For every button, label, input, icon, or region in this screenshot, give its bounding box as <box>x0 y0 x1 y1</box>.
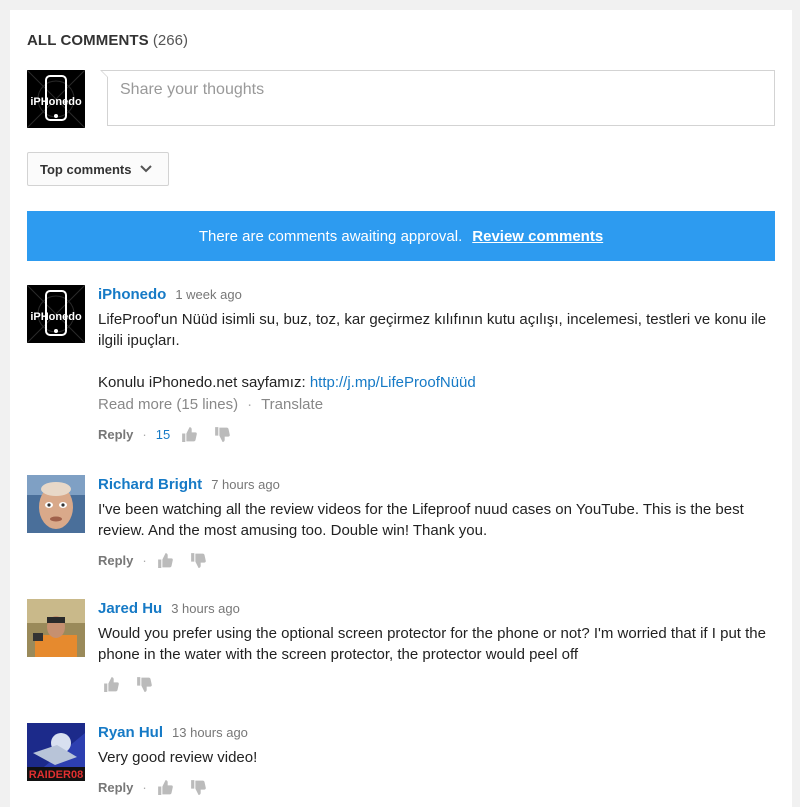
comment-time[interactable]: 7 hours ago <box>211 477 280 492</box>
comment-author[interactable]: Ryan Hul <box>98 724 163 741</box>
current-user-avatar: iPHonedo <box>27 70 85 128</box>
comment-text-prefix: Konulu iPhonedo.net sayfamız: <box>98 374 306 391</box>
iphonedo-logo-icon: iPHonedo <box>27 285 85 343</box>
thumbs-down-icon[interactable] <box>135 676 152 693</box>
comment-more-row: Read more (15 lines) · Translate <box>98 396 324 413</box>
raider-logo-icon: RAIDER08 <box>27 723 85 781</box>
reply-button[interactable]: Reply <box>98 427 133 442</box>
reply-button[interactable]: Reply <box>98 553 133 568</box>
comment-time[interactable]: 3 hours ago <box>171 601 240 616</box>
comment-body: iPhonedo 1 week ago LifeProof'un Nüüd isi… <box>98 285 778 443</box>
comment-actions: Reply · 15 <box>98 425 778 443</box>
chevron-down-icon <box>139 165 152 173</box>
approval-message: There are comments awaiting approval. <box>198 227 463 245</box>
comment-author[interactable]: Jared Hu <box>98 600 162 617</box>
comment-body: Richard Bright 7 hours ago I've been watc… <box>98 475 778 569</box>
like-count: 15 <box>155 426 171 442</box>
comment-text: I've been watching all the review videos… <box>98 501 744 539</box>
translate-link[interactable]: Translate <box>261 396 323 413</box>
comments-count: (266) <box>152 32 188 49</box>
comment-meta: iPhonedo 1 week ago <box>98 285 778 305</box>
comment-link[interactable]: http://j.mp/LifeProofNüüd <box>310 374 476 391</box>
read-more-link[interactable]: Read more (15 lines) <box>98 396 238 413</box>
comments-title: ALL COMMENTS <box>27 32 149 49</box>
review-comments-link[interactable]: Review comments <box>472 228 603 245</box>
thumbs-up-icon[interactable] <box>180 426 198 443</box>
user-photo-icon <box>27 475 85 533</box>
thumbs-up-icon[interactable] <box>156 779 173 796</box>
comment-avatar[interactable] <box>27 599 85 657</box>
comment-avatar[interactable]: iPHonedo <box>27 285 85 343</box>
comment-avatar[interactable] <box>27 475 85 533</box>
comment-text: LifeProof'un Nüüd isimli su, buz, toz, k… <box>98 309 778 393</box>
comment-actions: Reply · <box>98 778 778 796</box>
comment-meta: Richard Bright 7 hours ago <box>98 475 778 495</box>
user-photo-icon <box>27 599 85 657</box>
svg-text:iPHonedo: iPHonedo <box>30 311 82 323</box>
share-thoughts-input[interactable] <box>120 81 760 99</box>
comment-actions: Reply · <box>98 551 778 569</box>
comment-author[interactable]: Richard Bright <box>98 476 202 493</box>
thumbs-up-icon[interactable] <box>102 676 119 693</box>
comment-item: iPHonedo iPhonedo 1 week ago LifeProof'un… <box>27 285 787 455</box>
comment-meta: Jared Hu 3 hours ago <box>98 599 778 619</box>
thumbs-down-icon[interactable] <box>189 552 206 569</box>
thumbs-up-icon[interactable] <box>156 552 173 569</box>
comment-avatar[interactable]: RAIDER08 <box>27 723 85 781</box>
comment-text: Would you prefer using the optional scre… <box>98 625 766 663</box>
comment-text-line: LifeProof'un Nüüd isimli su, buz, toz, k… <box>98 311 767 349</box>
thumbs-down-icon[interactable] <box>213 426 231 443</box>
svg-text:iPHonedo: iPHonedo <box>30 96 82 108</box>
approval-banner: There are comments awaiting approval. Re… <box>27 211 775 261</box>
iphonedo-logo-icon: iPHonedo <box>27 70 85 128</box>
comment-body: Ryan Hul 13 hours ago Very good review vi… <box>98 723 778 796</box>
share-thoughts-box[interactable] <box>100 70 775 126</box>
comment-actions <box>98 675 778 693</box>
thumbs-down-icon[interactable] <box>189 779 206 796</box>
sort-label: Top comments <box>40 161 132 177</box>
comment-item: Jared Hu 3 hours ago Would you prefer usi… <box>27 599 787 699</box>
comment-time[interactable]: 13 hours ago <box>172 725 248 740</box>
comment-text: Very good review video! <box>98 749 258 766</box>
reply-button[interactable]: Reply <box>98 780 133 795</box>
comment-item: Richard Bright 7 hours ago I've been watc… <box>27 475 787 575</box>
comments-header: ALL COMMENTS (266) <box>27 32 188 49</box>
comment-meta: Ryan Hul 13 hours ago <box>98 723 778 743</box>
comment-time[interactable]: 1 week ago <box>175 287 242 302</box>
comment-body: Jared Hu 3 hours ago Would you prefer usi… <box>98 599 778 693</box>
comments-panel: ALL COMMENTS (266) iPHonedo Top comments… <box>10 10 792 807</box>
sort-comments-button[interactable]: Top comments <box>27 152 169 186</box>
comment-item: RAIDER08 Ryan Hul 13 hours ago Very good … <box>27 723 787 803</box>
comment-author[interactable]: iPhonedo <box>98 286 166 303</box>
svg-text:RAIDER08: RAIDER08 <box>29 769 83 781</box>
comment-text-line: Konulu iPhonedo.net sayfamız: http://j.m… <box>98 372 778 393</box>
